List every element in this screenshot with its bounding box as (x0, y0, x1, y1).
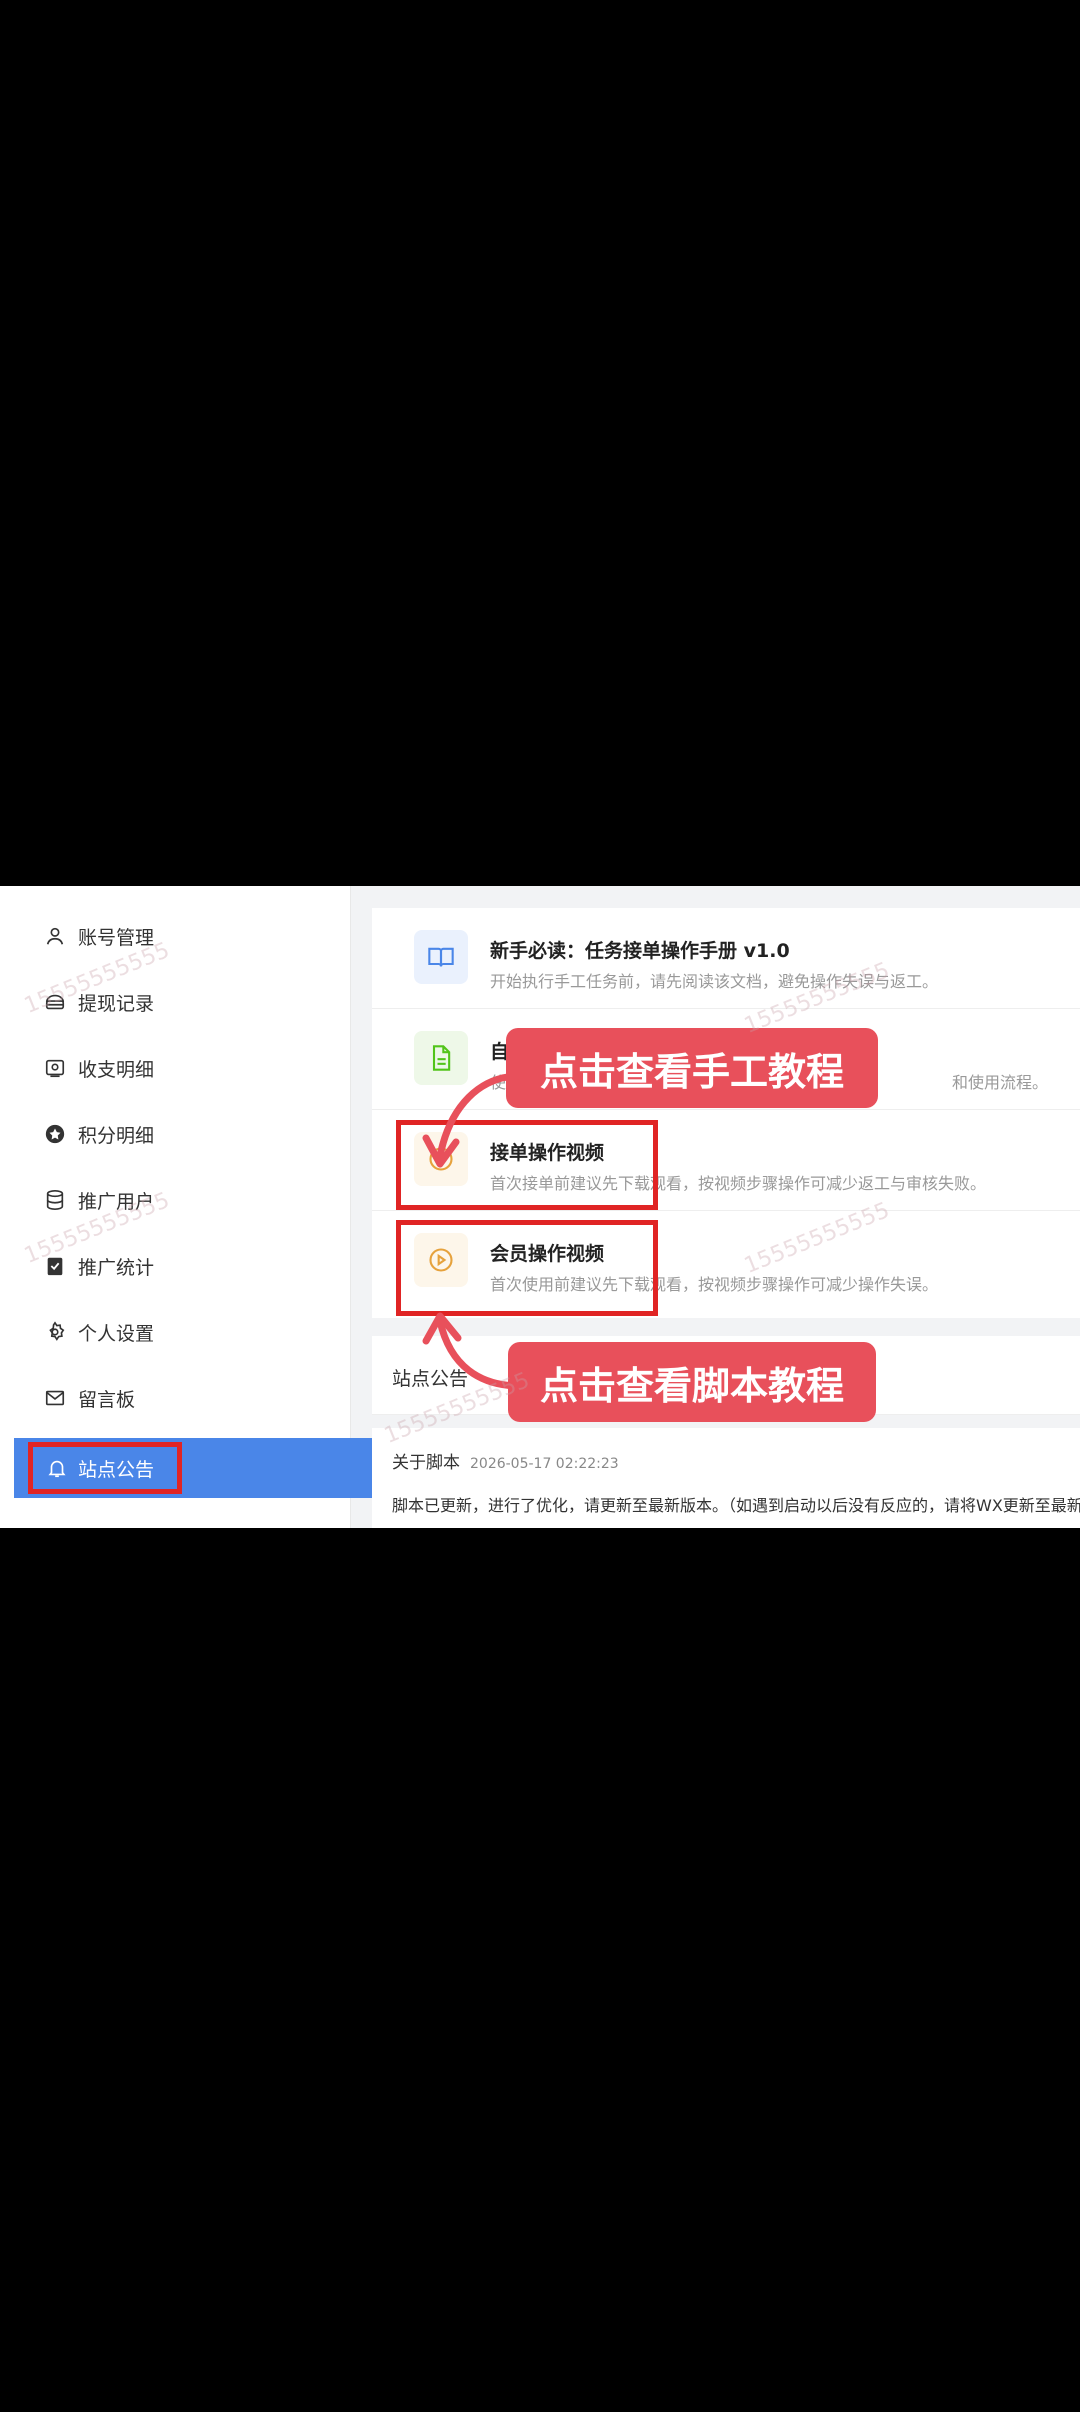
screenshot-area: 账号管理 提现记录 收支明细 积分明细 推广用户 推广统计 个人设置 留言板 站… (0, 886, 1080, 1528)
callout-script: 点击查看脚本教程 (508, 1342, 876, 1422)
book-icon (414, 930, 468, 984)
guide-title: 新手必读：任务接单操作手册 v1.0 (490, 940, 790, 962)
guide-desc-tail: 和使用流程。 (952, 1073, 1049, 1092)
sidebar-item-settings[interactable]: 个人设置 (0, 1302, 350, 1362)
guide-item-manual[interactable]: 新手必读：任务接单操作手册 v1.0 开始执行手工任务前，请先阅读该文档，避免操… (372, 908, 1080, 1009)
notice-item[interactable]: 关于脚本 2026-05-17 02:22:23 脚本已更新，进行了优化，请更新至… (372, 1428, 1080, 1528)
sidebar-item-points[interactable]: 积分明细 (0, 1104, 350, 1164)
sidebar-item-label: 留言板 (78, 1388, 136, 1411)
sidebar-item-messages[interactable]: 留言板 (0, 1368, 350, 1428)
sidebar-item-transactions[interactable]: 收支明细 (0, 1038, 350, 1098)
notice-title-row: 关于脚本 2026-05-17 02:22:23 (392, 1448, 619, 1473)
highlight-frame (396, 1220, 658, 1316)
callout-manual: 点击查看手工教程 (506, 1028, 878, 1108)
notice-text: 脚本已更新，进行了优化，请更新至最新版本。（如遇到启动以后没有反应的，请将WX更… (392, 1496, 1080, 1515)
receipt-icon (42, 1055, 68, 1081)
highlight-frame (28, 1442, 182, 1494)
database-icon (42, 1187, 68, 1213)
sidebar-item-referrals[interactable]: 推广用户 (0, 1170, 350, 1230)
sidebar-item-label: 个人设置 (78, 1322, 155, 1345)
main-content: 新手必读：任务接单操作手册 v1.0 开始执行手工任务前，请先阅读该文档，避免操… (360, 886, 1080, 1528)
sidebar-item-label: 积分明细 (78, 1124, 155, 1147)
notice-title: 关于脚本 (392, 1453, 460, 1473)
user-icon (42, 923, 68, 949)
sidebar-item-label: 收支明细 (78, 1058, 155, 1081)
gear-icon (42, 1319, 68, 1345)
notice-date: 2026-05-17 02:22:23 (470, 1456, 619, 1472)
mail-icon (42, 1385, 68, 1411)
arrow-icon (422, 1072, 524, 1168)
sidebar-item-account[interactable]: 账号管理 (0, 906, 350, 966)
sidebar-item-label: 推广统计 (78, 1256, 155, 1279)
points-icon (42, 1121, 68, 1147)
